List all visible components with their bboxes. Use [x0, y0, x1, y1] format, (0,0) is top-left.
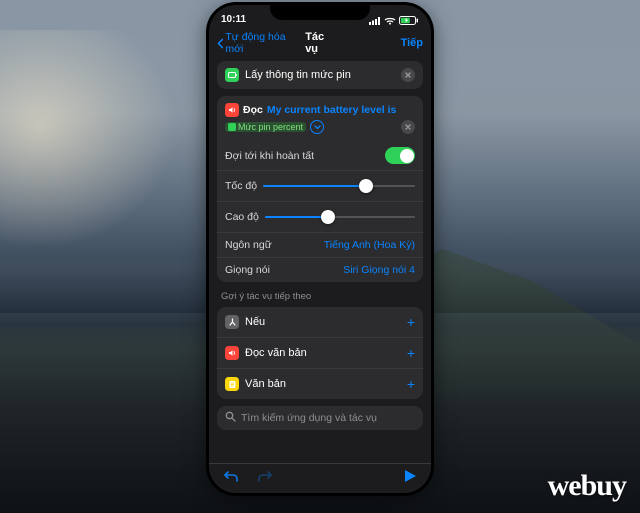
option-pitch: Cao độ — [217, 201, 423, 232]
suggestions-header: Gợi ý tác vụ tiếp theo — [217, 289, 423, 307]
notch — [270, 2, 370, 20]
speaker-icon — [225, 346, 239, 360]
watermark: webuy — [548, 469, 626, 503]
search-field[interactable]: Tìm kiếm ứng dụng và tác vụ — [217, 406, 423, 430]
navigation-bar: Tự động hóa mới Tác vụ Tiếp — [209, 27, 431, 61]
nav-title: Tác vụ — [305, 31, 337, 55]
speak-action-icon — [225, 103, 239, 117]
note-icon — [225, 377, 239, 391]
collapse-toggle[interactable] — [310, 120, 324, 134]
remove-action-button[interactable] — [401, 68, 415, 82]
suggestion-item-speak-text[interactable]: Đọc văn bản + — [217, 337, 423, 368]
run-button[interactable] — [404, 469, 417, 488]
variable-pill[interactable]: Mức pin percent — [225, 122, 306, 132]
play-icon — [404, 469, 417, 483]
action-card-battery[interactable]: Lấy thông tin mức pin — [217, 61, 423, 89]
option-wait: Đợi tới khi hoàn tất — [217, 141, 423, 170]
close-icon — [405, 72, 411, 78]
status-time: 10:11 — [221, 14, 246, 25]
add-icon: + — [407, 345, 415, 361]
option-language[interactable]: Ngôn ngữ Tiếng Anh (Hoa Kỳ) — [217, 232, 423, 257]
chevron-down-icon — [314, 125, 321, 130]
next-button[interactable]: Tiếp — [401, 37, 423, 49]
signal-icon — [369, 17, 381, 25]
add-icon: + — [407, 314, 415, 330]
wait-toggle[interactable] — [385, 147, 415, 164]
battery-variable-icon — [228, 123, 236, 131]
battery-icon — [399, 16, 419, 25]
redo-icon — [257, 469, 273, 483]
suggestion-item-if[interactable]: Nếu + — [217, 307, 423, 337]
phone-frame: 10:11 Tự động hóa — [206, 2, 434, 496]
chevron-left-icon — [217, 38, 223, 49]
close-icon — [405, 124, 411, 130]
option-rate: Tốc độ — [217, 170, 423, 201]
action-card-speak: Đọc My current battery level is Mức pin … — [217, 96, 423, 282]
bottom-toolbar — [209, 463, 431, 493]
speak-text-token[interactable]: My current battery level is — [267, 104, 397, 116]
back-button[interactable]: Tự động hóa mới — [217, 31, 299, 55]
suggestions-list: Nếu + Đọc văn bản + Văn bả — [217, 307, 423, 399]
redo-button[interactable] — [257, 469, 273, 488]
action-title: Lấy thông tin mức pin — [245, 69, 395, 81]
rate-slider[interactable] — [263, 177, 415, 195]
pitch-slider[interactable] — [265, 208, 415, 226]
battery-action-icon — [225, 68, 239, 82]
search-icon — [225, 411, 236, 425]
option-voice[interactable]: Giọng nói Siri Giọng nói 4 — [217, 257, 423, 282]
undo-icon — [223, 469, 239, 483]
search-placeholder: Tìm kiếm ứng dụng và tác vụ — [241, 412, 377, 424]
add-icon: + — [407, 376, 415, 392]
branch-icon — [225, 315, 239, 329]
suggestion-item-text[interactable]: Văn bản + — [217, 368, 423, 399]
undo-button[interactable] — [223, 469, 239, 488]
remove-action-button[interactable] — [401, 120, 415, 134]
wallpaper: 10:11 Tự động hóa — [0, 0, 640, 513]
wifi-icon — [384, 17, 396, 25]
speak-action-header[interactable]: Đọc My current battery level is Mức pin … — [217, 96, 423, 141]
